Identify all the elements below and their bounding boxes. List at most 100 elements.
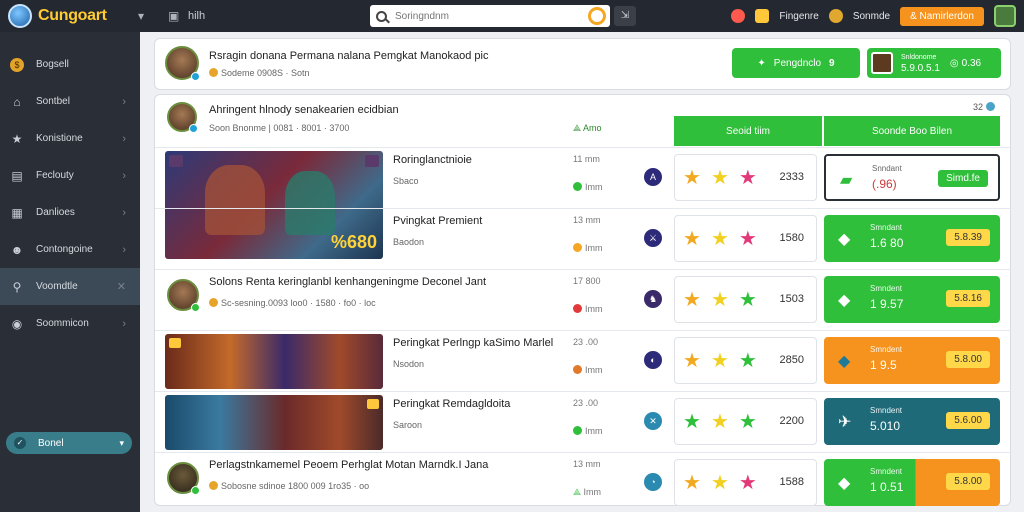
table-row[interactable]: Peringkat Perlngp kaSimo Marlel Nsodon 2… xyxy=(155,330,1012,391)
avatar[interactable] xyxy=(167,102,198,133)
game-title[interactable]: Peringkat Remdagldoita xyxy=(393,398,510,410)
verified-icon xyxy=(191,303,200,312)
table-row[interactable]: Pvingkat Premient Baodon 13 mm Imm ⚔ ★ ★… xyxy=(155,208,1012,269)
search-bar[interactable] xyxy=(370,5,610,27)
featured-action-button[interactable]: ✦ Pengdnclo 9 xyxy=(732,48,860,78)
search-input[interactable] xyxy=(395,10,575,22)
rating-box[interactable]: ★ ★ ★ 1588 xyxy=(674,459,817,506)
odds-label: Snndant xyxy=(872,164,902,173)
list-corner[interactable]: 32 xyxy=(973,102,995,112)
sidebar: $ Bogsell ⌂ Sontbel › ★ Konistione › ▤ F… xyxy=(0,32,140,512)
sidebar-item-2[interactable]: ★ Konistione › xyxy=(0,120,140,157)
status-icon xyxy=(573,182,582,191)
team-icon[interactable]: ◐ xyxy=(644,351,662,369)
logo[interactable]: Cungoart xyxy=(0,4,150,28)
featured-title[interactable]: Rsragin donana Permana nalana Pemgkat Ma… xyxy=(209,50,488,62)
avatar[interactable] xyxy=(167,279,200,312)
sidebar-item-0[interactable]: $ Bogsell xyxy=(0,46,140,83)
odds-pill[interactable]: 5.8.16 xyxy=(946,290,990,307)
odds-pill[interactable]: 5.8.39 xyxy=(946,229,990,246)
game-title[interactable]: Solons Renta keringlanbl kenhangeningme … xyxy=(209,276,486,288)
table-row[interactable]: Perlagstnkamemel Peoem Perhglat Motan Ma… xyxy=(155,452,1012,506)
game-title[interactable]: Roringlanctnioie xyxy=(393,154,472,166)
close-icon[interactable]: ✕ xyxy=(117,280,126,293)
sidebar-item-3[interactable]: ▤ Feclouty › xyxy=(0,157,140,194)
rating-box[interactable]: ★ ★ ★ 1503 xyxy=(674,276,817,323)
match-duration-text: Imm xyxy=(585,365,603,375)
game-sub-text: Sobosne sdinoe 1800 009 1ro35 · oo xyxy=(221,481,370,491)
rating-box[interactable]: ★ ★ ★ 1580 xyxy=(674,215,817,262)
table-row[interactable]: %680 Roringlanctnioie Sbaco 11 mm Imm A … xyxy=(155,147,1012,259)
list-title[interactable]: Ahringent hlnody senakearien ecidbian xyxy=(209,104,399,116)
odds-box[interactable]: ◆ Smndant 1.6 80 5.8.39 xyxy=(824,215,1000,262)
odds-box[interactable]: ◆ Smndent 1 0.51 5.8.00 xyxy=(824,459,1000,506)
game-sub: Nsodon xyxy=(393,359,425,369)
team-icon[interactable]: ✕ xyxy=(644,412,662,430)
deposit-button[interactable]: & Namirlerdon xyxy=(900,6,984,26)
diamond-icon: ◆ xyxy=(838,475,851,492)
odds-box[interactable]: ▰ Snndant (.96) Simd.fe xyxy=(824,154,1000,201)
people-icon: ☻ xyxy=(10,242,24,257)
match-list-panel: Ahringent hlnody senakearien ecidbian So… xyxy=(154,94,1012,506)
logo-icon xyxy=(8,4,32,28)
avatar[interactable] xyxy=(165,46,200,81)
verified-icon xyxy=(191,72,200,81)
sidebar-bottom-toggle[interactable]: ✓ Bonel ▾ xyxy=(6,432,132,454)
team-icon[interactable]: ◔ xyxy=(644,473,662,491)
sidebar-item-4[interactable]: ▦ Danlioes › xyxy=(0,194,140,231)
match-duration: Imm xyxy=(573,182,603,192)
gift-icon[interactable] xyxy=(755,9,770,23)
odds-box[interactable]: ◆ Smndent 1 9.5 5.8.00 xyxy=(824,337,1000,384)
top-bar: Cungoart ▾ ▣ hilh ⇲ Fingenre Sonmde & Na… xyxy=(0,0,1024,32)
list-tag-text: Amo xyxy=(583,123,602,133)
rating-box[interactable]: ★ ★ ★ 2200 xyxy=(674,398,817,445)
table-row[interactable]: Peringkat Remdagldoita Saroon 23 .00 Imm… xyxy=(155,391,1012,452)
user-avatar[interactable] xyxy=(994,5,1016,27)
odds-pill[interactable]: Simd.fe xyxy=(938,170,988,187)
game-title[interactable]: Pvingkat Premient xyxy=(393,215,482,227)
sidebar-item-7[interactable]: ◉ Soommicon › xyxy=(0,305,140,342)
shortcut-label[interactable]: hilh xyxy=(188,10,205,22)
odds-box[interactable]: ◆ Smndent 1 9.57 5.8.16 xyxy=(824,276,1000,323)
star-icon: ★ xyxy=(710,288,729,311)
lock-icon[interactable]: ▣ xyxy=(168,9,179,23)
topbar-item-2[interactable]: Sonmde xyxy=(853,11,890,22)
nav-dropdown-icon[interactable]: ▾ xyxy=(138,9,144,23)
shield-icon[interactable] xyxy=(731,9,746,23)
rating-box[interactable]: ★ ★ ★ 2333 xyxy=(674,154,817,201)
filter-button[interactable]: ⇲ xyxy=(614,6,636,26)
rating-score: 2333 xyxy=(779,171,804,183)
sidebar-item-1[interactable]: ⌂ Sontbel › xyxy=(0,83,140,120)
odds-pill[interactable]: 5.8.00 xyxy=(946,351,990,368)
inbox-icon: ▤ xyxy=(11,168,23,183)
odds-pill[interactable]: 5.8.00 xyxy=(946,473,990,490)
star-icon: ★ xyxy=(683,288,701,311)
coin-icon xyxy=(209,298,218,307)
featured-card[interactable]: Snldonome 5.9.0.5.1 ◎ 0.36 xyxy=(867,48,1001,78)
team-icon[interactable]: A xyxy=(644,168,662,186)
list-corner-value: 32 xyxy=(973,102,984,112)
sidebar-item-label: Voomdtle xyxy=(36,281,78,292)
sidebar-item-5[interactable]: ☻ Contongoine › xyxy=(0,231,140,268)
odds-box[interactable]: ✈ Smndent 5.010 5.6.00 xyxy=(824,398,1000,445)
game-sub: Sobosne sdinoe 1800 009 1ro35 · oo xyxy=(209,481,369,491)
odds-pill[interactable]: 5.6.00 xyxy=(946,412,990,429)
star-icon: ★ xyxy=(738,288,757,311)
game-thumbnail[interactable] xyxy=(165,334,383,389)
sidebar-item-6[interactable]: ⚲ Voomdtle ✕ xyxy=(0,268,140,305)
team-icon[interactable]: ⚔ xyxy=(644,229,662,247)
game-sub-text: Sc-sesning.0093 loo0 · 1580 · fo0 · loc xyxy=(221,298,376,308)
ticket-icon: ▰ xyxy=(840,172,853,189)
game-title[interactable]: Perlagstnkamemel Peoem Perhglat Motan Ma… xyxy=(209,459,488,471)
team-icon[interactable]: ♞ xyxy=(644,290,662,308)
game-thumbnail[interactable] xyxy=(165,395,383,450)
tab-soonde[interactable]: Soonde Boo Bilen xyxy=(824,116,1000,146)
avatar[interactable] xyxy=(167,462,200,495)
table-row[interactable]: Solons Renta keringlanbl kenhangeningme … xyxy=(155,269,1012,330)
search-submit-icon[interactable] xyxy=(588,7,606,25)
rating-box[interactable]: ★ ★ ★ 2850 xyxy=(674,337,817,384)
match-time: 13 mm xyxy=(573,459,601,469)
tab-seoid[interactable]: Seoid tiim xyxy=(674,116,822,146)
game-title[interactable]: Peringkat Perlngp kaSimo Marlel xyxy=(393,337,553,349)
topbar-item-1[interactable]: Fingenre xyxy=(779,11,818,22)
